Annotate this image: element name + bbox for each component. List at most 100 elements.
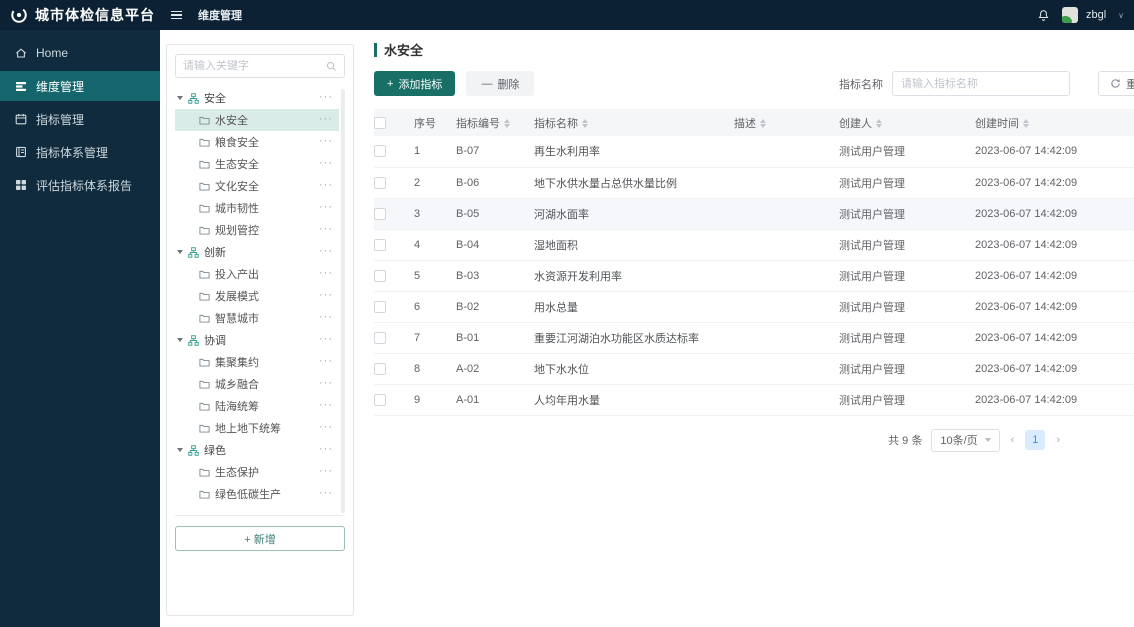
table-row[interactable]: 6 B-02 用水总量 测试用户管理 2023-06-07 14:42:09 <box>374 291 1134 323</box>
page-size-select[interactable]: 10条/页 <box>931 428 1000 452</box>
more-options-icon[interactable]: ··· <box>319 157 333 169</box>
sidebar-item-report[interactable]: 评估指标体系报告 <box>0 170 160 200</box>
more-options-icon[interactable]: ··· <box>319 443 333 455</box>
more-options-icon[interactable]: ··· <box>319 267 333 279</box>
tree-group[interactable]: 协调 ··· <box>175 329 339 351</box>
row-checkbox[interactable] <box>374 331 386 344</box>
tree-node[interactable]: 城乡融合 ··· <box>175 373 339 395</box>
row-checkbox[interactable] <box>374 300 386 313</box>
tree-node[interactable]: 规划管控 ··· <box>175 219 339 241</box>
table-row[interactable]: 4 B-04 湿地面积 测试用户管理 2023-06-07 14:42:09 <box>374 229 1134 261</box>
sort-icon[interactable] <box>876 119 882 129</box>
tree-node[interactable]: 文化安全 ··· <box>175 175 339 197</box>
more-options-icon[interactable]: ··· <box>319 333 333 345</box>
more-options-icon[interactable]: ··· <box>319 355 333 367</box>
column-header[interactable]: 指标编号 <box>456 109 534 136</box>
username[interactable]: zbgl <box>1086 9 1106 21</box>
more-options-icon[interactable]: ··· <box>319 201 333 213</box>
delete-button[interactable]: — 删除 <box>466 71 535 96</box>
expand-caret-icon[interactable] <box>177 250 183 254</box>
more-options-icon[interactable]: ··· <box>319 399 333 411</box>
table-row[interactable]: 3 B-05 河湖水面率 测试用户管理 2023-06-07 14:42:09 <box>374 198 1134 230</box>
sidebar-item-home[interactable]: Home <box>0 38 160 68</box>
more-options-icon[interactable]: ··· <box>319 135 333 147</box>
add-dimension-button[interactable]: + 新增 <box>175 526 345 551</box>
row-checkbox[interactable] <box>374 393 386 406</box>
sort-icon[interactable] <box>1023 119 1029 129</box>
more-options-icon[interactable]: ··· <box>319 91 333 103</box>
tree-node[interactable]: 水安全 ··· <box>175 109 339 131</box>
notification-bell-icon[interactable] <box>1037 9 1050 22</box>
add-indicator-button[interactable]: + 添加指标 <box>374 71 456 96</box>
expand-caret-icon[interactable] <box>177 448 183 452</box>
sort-icon[interactable] <box>582 119 588 129</box>
column-header[interactable]: 指标名称 <box>534 109 734 136</box>
user-menu-caret-icon[interactable]: ∨ <box>1118 11 1124 20</box>
more-options-icon[interactable]: ··· <box>319 113 333 125</box>
tree-node[interactable]: 发展模式 ··· <box>175 285 339 307</box>
sidebar-item-indicator-system[interactable]: 指标体系管理 <box>0 137 160 167</box>
user-avatar[interactable] <box>1061 7 1078 23</box>
folder-icon <box>199 181 210 192</box>
row-checkbox[interactable] <box>374 238 386 251</box>
more-options-icon[interactable]: ··· <box>319 465 333 477</box>
tree-node[interactable]: 粮食安全 ··· <box>175 131 339 153</box>
prev-page-button[interactable]: ‹ <box>1009 434 1017 446</box>
tree-scrollbar[interactable] <box>341 89 345 513</box>
more-options-icon[interactable]: ··· <box>319 289 333 301</box>
folder-icon <box>199 225 210 236</box>
sidebar-item-dimension[interactable]: 维度管理 <box>0 71 160 101</box>
sort-icon[interactable] <box>760 119 766 129</box>
reset-button[interactable]: 重置 <box>1098 71 1134 96</box>
column-header[interactable]: 创建人 <box>839 109 975 136</box>
sidebar-item-indicator[interactable]: 指标管理 <box>0 104 160 134</box>
more-options-icon[interactable]: ··· <box>319 377 333 389</box>
tree-group[interactable]: 创新 ··· <box>175 241 339 263</box>
tree-group[interactable]: 绿色 ··· <box>175 439 339 461</box>
tree-group-label: 创新 <box>204 247 226 259</box>
more-options-icon[interactable]: ··· <box>319 421 333 433</box>
tree-node[interactable]: 集聚集约 ··· <box>175 351 339 373</box>
tree-node[interactable]: 绿色低碳生产 ··· <box>175 483 339 505</box>
tree-node-label: 城乡融合 <box>215 379 259 391</box>
more-options-icon[interactable]: ··· <box>319 311 333 323</box>
main-panel: 水安全 +添加指标 —删除 指标名称 重置 <box>374 40 1134 452</box>
tree-node[interactable]: 地上地下统筹 ··· <box>175 417 339 439</box>
row-checkbox[interactable] <box>374 145 386 158</box>
table-row[interactable]: 8 A-02 地下水水位 测试用户管理 2023-06-07 14:42:09 <box>374 353 1134 385</box>
column-header[interactable]: 创建时间 <box>975 109 1134 136</box>
tree-node[interactable]: 智慧城市 ··· <box>175 307 339 329</box>
tree-node[interactable]: 城市韧性 ··· <box>175 197 339 219</box>
sort-icon[interactable] <box>504 119 510 129</box>
row-checkbox[interactable] <box>374 269 386 282</box>
expand-caret-icon[interactable] <box>177 338 183 342</box>
table-row[interactable]: 7 B-01 重要江河湖泊水功能区水质达标率 测试用户管理 2023-06-07… <box>374 322 1134 354</box>
select-all-checkbox[interactable] <box>374 116 386 129</box>
column-header: 序号 <box>414 109 456 136</box>
more-options-icon[interactable]: ··· <box>319 179 333 191</box>
tree-node[interactable]: 投入产出 ··· <box>175 263 339 285</box>
tree-node-label: 生态保护 <box>215 467 259 479</box>
table-row[interactable]: 5 B-03 水资源开发利用率 测试用户管理 2023-06-07 14:42:… <box>374 260 1134 292</box>
next-page-button[interactable]: › <box>1054 434 1062 446</box>
column-header[interactable]: 描述 <box>734 109 839 136</box>
more-options-icon[interactable]: ··· <box>319 487 333 499</box>
row-checkbox[interactable] <box>374 362 386 375</box>
tree-node[interactable]: 生态安全 ··· <box>175 153 339 175</box>
row-checkbox[interactable] <box>374 176 386 189</box>
table-row[interactable]: 1 B-07 再生水利用率 测试用户管理 2023-06-07 14:42:09 <box>374 136 1134 168</box>
dimension-tree-panel: 安全···水安全···粮食安全···生态安全···文化安全···城市韧性···规… <box>166 44 354 616</box>
tree-node[interactable]: 生态保护 ··· <box>175 461 339 483</box>
menu-collapse-icon[interactable] <box>171 10 182 20</box>
expand-caret-icon[interactable] <box>177 96 183 100</box>
tree-search-input[interactable] <box>183 60 326 72</box>
row-checkbox[interactable] <box>374 207 386 220</box>
tree-group[interactable]: 安全 ··· <box>175 87 339 109</box>
more-options-icon[interactable]: ··· <box>319 223 333 235</box>
more-options-icon[interactable]: ··· <box>319 245 333 257</box>
indicator-name-input[interactable] <box>892 71 1070 96</box>
table-row[interactable]: 2 B-06 地下水供水量占总供水量比例 测试用户管理 2023-06-07 1… <box>374 167 1134 199</box>
page-number-1[interactable]: 1 <box>1025 430 1046 450</box>
table-row[interactable]: 9 A-01 人均年用水量 测试用户管理 2023-06-07 14:42:09 <box>374 384 1134 416</box>
tree-node[interactable]: 陆海统筹 ··· <box>175 395 339 417</box>
